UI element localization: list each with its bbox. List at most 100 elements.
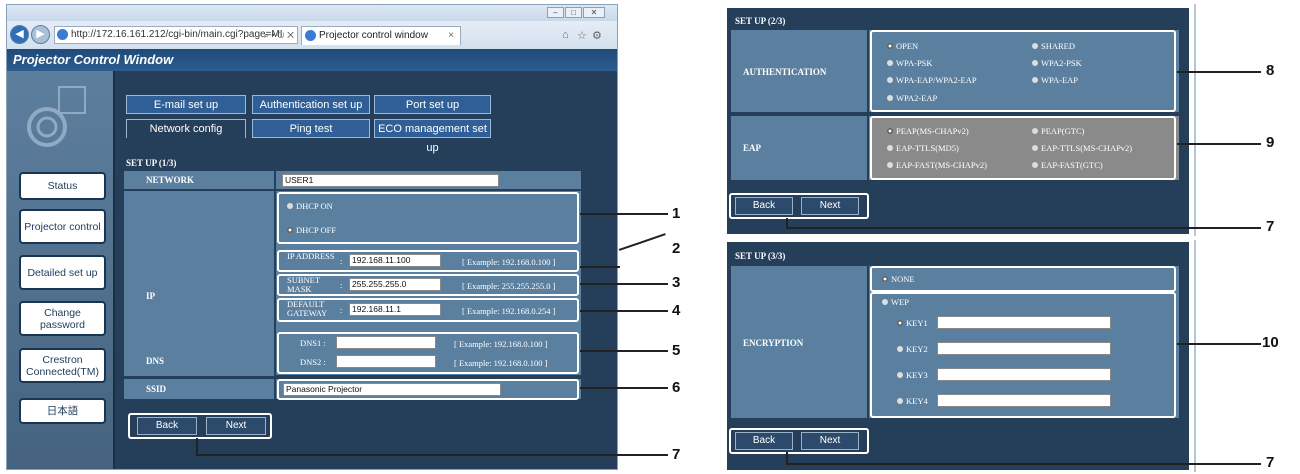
- tab-network-config[interactable]: Network config: [126, 119, 246, 138]
- encryption-wep-radio[interactable]: WEP: [882, 297, 909, 307]
- callout-5: 5: [672, 342, 681, 359]
- callout-6: 6: [672, 379, 681, 396]
- setup1-next-button[interactable]: Next: [206, 417, 266, 435]
- dns1-label: DNS1 :: [300, 338, 326, 348]
- dhcp-off-radio[interactable]: DHCP OFF: [287, 225, 337, 235]
- auth-wpa-psk-radio[interactable]: WPA-PSK: [887, 58, 933, 68]
- favorites-star-icon[interactable]: ☆: [577, 29, 587, 42]
- callout-line-7-vert: [196, 438, 198, 454]
- key1-label: KEY1: [906, 318, 928, 328]
- forward-arrow-icon[interactable]: ▶: [31, 25, 50, 44]
- settings-gear-icon[interactable]: ⚙: [592, 29, 602, 42]
- encryption-none-radio-icon: [882, 276, 888, 282]
- key3-radio[interactable]: KEY3: [897, 370, 928, 380]
- dns1-input[interactable]: [336, 336, 436, 349]
- callout-7: 7: [672, 446, 681, 463]
- ssid-input[interactable]: Panasonic Projector: [283, 383, 501, 396]
- auth-shared-radio[interactable]: SHARED: [1032, 41, 1075, 51]
- auth-wpa-psk-radio-icon: [887, 60, 893, 66]
- eap-label-cell: EAP: [731, 116, 867, 180]
- browser-tab[interactable]: Projector control window ×: [301, 26, 461, 45]
- setup2-panel: SET UP (2/3) AUTHENTICATION OPEN SHARED …: [727, 8, 1189, 234]
- auth-wpa2-psk-label: WPA2-PSK: [1041, 58, 1082, 68]
- key4-input[interactable]: [937, 394, 1111, 407]
- eap-ttls-md5-radio[interactable]: EAP-TTLS(MD5): [887, 143, 959, 153]
- tab-eco-management[interactable]: ECO management set up: [374, 119, 491, 154]
- setup3-panel: SET UP (3/3) ENCRYPTION NONE WEP KEY1 KE…: [727, 242, 1189, 470]
- callout-9: 9: [1266, 134, 1275, 151]
- back-arrow-icon[interactable]: ◀: [10, 25, 29, 44]
- tab-title: Projector control window: [319, 30, 428, 41]
- sidebar-crestron-button[interactable]: Crestron Connected(TM): [19, 348, 106, 383]
- tab-ping-test[interactable]: Ping test: [252, 119, 370, 138]
- eap-ttls-md5-label: EAP-TTLS(MD5): [896, 143, 959, 153]
- default-gateway-input[interactable]: 192.168.11.1: [349, 303, 441, 316]
- tab-authentication-setup[interactable]: Authentication set up: [252, 95, 370, 114]
- sidebar-change-password-button[interactable]: Change password: [19, 301, 106, 336]
- setup2-back-button[interactable]: Back: [735, 197, 793, 215]
- dhcp-on-radio[interactable]: DHCP ON: [287, 201, 333, 211]
- home-icon[interactable]: ⌂: [562, 29, 569, 41]
- dns2-input[interactable]: [336, 355, 436, 368]
- callout-10: 10: [1262, 334, 1279, 351]
- key1-input[interactable]: [937, 316, 1111, 329]
- callout-line-7b: [786, 227, 1261, 229]
- tab-email-setup[interactable]: E-mail set up: [126, 95, 246, 114]
- sidebar-projector-control-button[interactable]: Projector control: [19, 209, 106, 244]
- auth-wpa2-psk-radio[interactable]: WPA2-PSK: [1032, 58, 1082, 68]
- auth-wpa-psk-label: WPA-PSK: [896, 58, 933, 68]
- key1-radio[interactable]: KEY1: [897, 318, 928, 328]
- auth-wpa2-eap-radio[interactable]: WPA2-EAP: [887, 93, 937, 103]
- setup3-back-button[interactable]: Back: [735, 432, 793, 450]
- maximize-icon[interactable]: □: [565, 7, 582, 18]
- auth-shared-radio-icon: [1032, 43, 1038, 49]
- sidebar-status-button[interactable]: Status: [19, 172, 106, 200]
- dns-label-cell: DNS: [124, 332, 274, 376]
- auth-wpa-eap-radio[interactable]: WPA-EAP: [1032, 75, 1078, 85]
- setup1-back-button[interactable]: Back: [137, 417, 197, 435]
- callout-line-9: [1177, 143, 1261, 145]
- minimize-icon[interactable]: –: [547, 7, 564, 18]
- tab-close-icon[interactable]: ×: [448, 27, 454, 45]
- close-window-icon[interactable]: ✕: [583, 7, 605, 18]
- callout-line-7c: [786, 463, 1261, 465]
- auth-open-label: OPEN: [896, 41, 919, 51]
- gateway-colon: :: [340, 305, 343, 315]
- callout-line-7b-vert: [786, 218, 788, 227]
- key1-radio-icon: [897, 320, 903, 326]
- ie-tab-icon: [305, 30, 316, 41]
- setup3-next-button[interactable]: Next: [801, 432, 859, 450]
- eap-fast-mschapv2-label: EAP-FAST(MS-CHAPv2): [896, 160, 987, 170]
- key2-radio[interactable]: KEY2: [897, 344, 928, 354]
- eap-fast-mschapv2-radio[interactable]: EAP-FAST(MS-CHAPv2): [887, 160, 987, 170]
- sidebar-detailed-setup-button[interactable]: Detailed set up: [19, 255, 106, 290]
- projector-app: Projector Control Window Status Projecto…: [7, 49, 617, 469]
- callout-line-5: [580, 350, 668, 352]
- key3-input[interactable]: [937, 368, 1111, 381]
- eap-fast-gtc-radio[interactable]: EAP-FAST(GTC): [1032, 160, 1103, 170]
- encryption-none-radio[interactable]: NONE: [882, 274, 915, 284]
- tab-port-setup[interactable]: Port set up: [374, 95, 491, 114]
- eap-peap-gtc-radio[interactable]: PEAP(GTC): [1032, 126, 1084, 136]
- auth-wpa-eap-wpa2-eap-radio[interactable]: WPA-EAP/WPA2-EAP: [887, 75, 977, 85]
- callout-line-7c-vert: [786, 452, 788, 463]
- callout-line-6: [580, 387, 668, 389]
- default-gateway-label: DEFAULT GATEWAY: [287, 299, 328, 318]
- eap-peap-mschapv2-radio-icon: [887, 128, 893, 134]
- ip-address-input[interactable]: 192.168.11.100: [349, 254, 441, 267]
- eap-ttls-mschapv2-radio[interactable]: EAP-TTLS(MS-CHAPv2): [1032, 143, 1132, 153]
- key4-radio[interactable]: KEY4: [897, 396, 928, 406]
- eap-peap-mschapv2-radio[interactable]: PEAP(MS-CHAPv2): [887, 126, 969, 136]
- key2-input[interactable]: [937, 342, 1111, 355]
- subnet-mask-input[interactable]: 255.255.255.0: [349, 278, 441, 291]
- subnet-mask-example: [ Example: 255.255.255.0 ]: [462, 281, 556, 291]
- auth-open-radio[interactable]: OPEN: [887, 41, 918, 51]
- auth-wpa2-eap-label: WPA2-EAP: [896, 93, 938, 103]
- setup2-next-button[interactable]: Next: [801, 197, 859, 215]
- network-name-input[interactable]: USER1: [282, 174, 499, 187]
- sidebar-japanese-button[interactable]: 日本語: [19, 398, 106, 424]
- address-bar[interactable]: http://172.16.161.212/cgi-bin/main.cgi?p…: [54, 26, 298, 44]
- eap-ttls-mschapv2-radio-icon: [1032, 145, 1038, 151]
- auth-wpa2-psk-radio-icon: [1032, 60, 1038, 66]
- address-actions[interactable]: ⌕ • ↻ ✕: [264, 27, 294, 43]
